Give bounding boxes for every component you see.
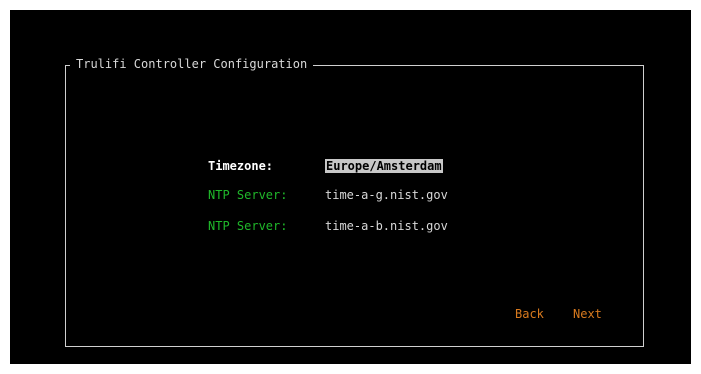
back-button[interactable]: Back	[515, 306, 544, 322]
ntp-server-label-2: NTP Server:	[208, 219, 288, 233]
timezone-field[interactable]: Europe/Amsterdam	[325, 159, 443, 173]
dialog-frame	[65, 65, 644, 347]
ntp-server-row-1[interactable]: NTP Server: time-a-g.nist.gov	[208, 187, 448, 203]
terminal-screen: Trulifi Controller Configuration Timezon…	[10, 10, 691, 364]
ntp-server-field-1[interactable]: time-a-g.nist.gov	[325, 188, 448, 202]
timezone-label: Timezone:	[208, 159, 274, 173]
ntp-server-label-1: NTP Server:	[208, 188, 288, 202]
ntp-server-field-2[interactable]: time-a-b.nist.gov	[325, 219, 448, 233]
ntp-server-row-2[interactable]: NTP Server: time-a-b.nist.gov	[208, 218, 448, 234]
next-button[interactable]: Next	[573, 306, 602, 322]
timezone-row[interactable]: Timezone: Europe/Amsterdam	[208, 158, 443, 174]
dialog-title: Trulifi Controller Configuration	[70, 56, 314, 72]
